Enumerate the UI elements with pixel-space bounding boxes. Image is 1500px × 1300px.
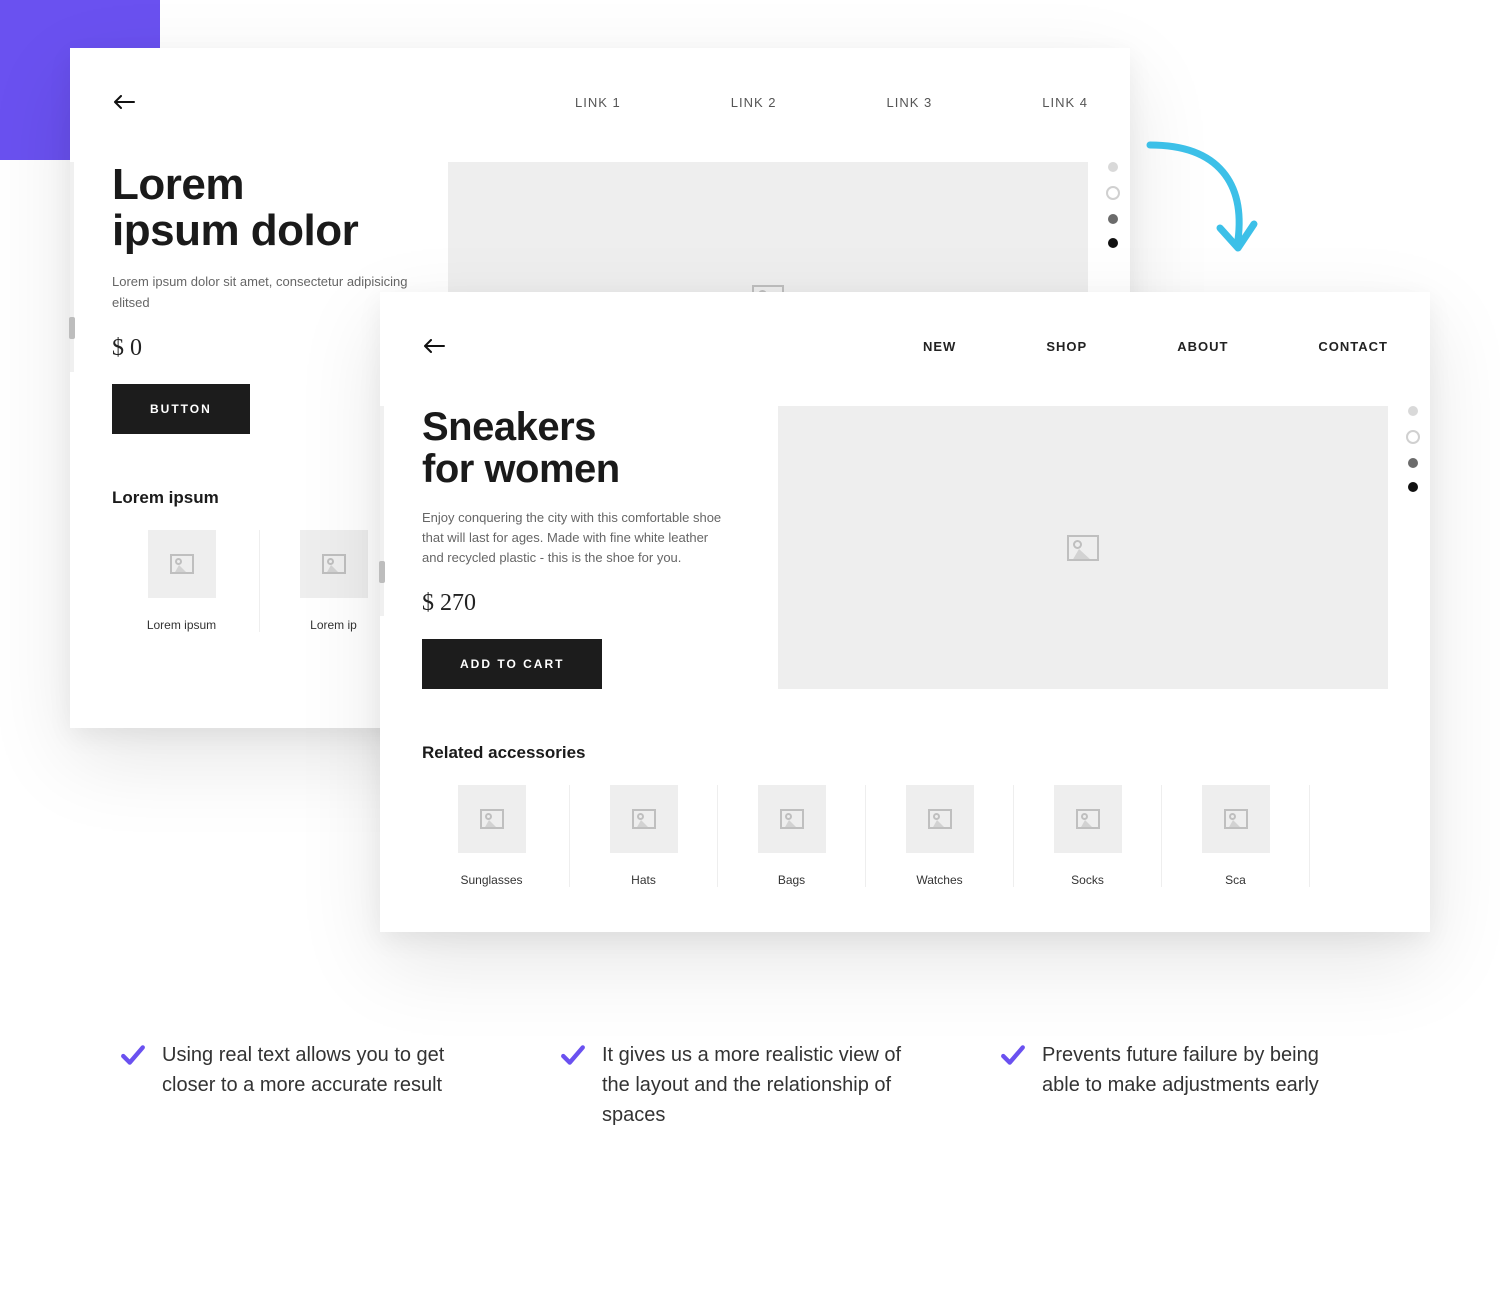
back-arrow-icon[interactable]	[422, 334, 446, 358]
wireframe-desc: Lorem ipsum dolor sit amet, consectetur …	[112, 272, 412, 312]
benefits-row: Using real text allows you to get closer…	[120, 1040, 1360, 1130]
related-item-hats[interactable]: Hats	[570, 785, 718, 887]
mockup-nav: NEW SHOP ABOUT CONTACT	[923, 339, 1388, 354]
related-label: Watches	[916, 873, 962, 887]
benefit-item: Prevents future failure by being able to…	[1000, 1040, 1360, 1130]
wireframe-cta-button[interactable]: BUTTON	[112, 384, 250, 434]
title-line-1: Sneakers	[422, 405, 596, 449]
color-dot-4[interactable]	[1108, 238, 1118, 248]
mockup-content: Sneakers for women Enjoy conquering the …	[422, 406, 1388, 689]
image-icon	[1067, 535, 1099, 561]
image-icon	[780, 809, 804, 829]
related-item-scarves[interactable]: Sca	[1162, 785, 1310, 887]
color-dot-4[interactable]	[1408, 482, 1418, 492]
mockup-image-placeholder	[778, 406, 1388, 689]
related-item[interactable]: Lorem ipsum	[112, 530, 260, 632]
wireframe-title: Lorem ipsum dolor	[112, 162, 412, 254]
color-dot-1[interactable]	[1408, 406, 1418, 416]
wireframe-price: $ 0	[112, 335, 412, 362]
image-icon	[170, 554, 194, 574]
wireframe-header: LINK 1 LINK 2 LINK 3 LINK 4	[112, 82, 1088, 122]
arrow-annotation-icon	[1130, 130, 1270, 270]
color-dot-1[interactable]	[1108, 162, 1118, 172]
check-icon	[1000, 1042, 1026, 1068]
mockup-price: $ 270	[422, 590, 742, 617]
check-icon	[560, 1042, 586, 1068]
color-dot-3[interactable]	[1108, 214, 1118, 224]
nav-link-4[interactable]: LINK 4	[1042, 95, 1088, 110]
nav-link-shop[interactable]: SHOP	[1046, 339, 1087, 354]
nav-link-about[interactable]: ABOUT	[1177, 339, 1228, 354]
thumb-placeholder	[1054, 785, 1122, 853]
title-line-1: Lorem	[112, 160, 244, 209]
mockup-title: Sneakers for women	[422, 406, 742, 490]
wireframe-nav: LINK 1 LINK 2 LINK 3 LINK 4	[575, 95, 1088, 110]
color-dot-2[interactable]	[1106, 186, 1120, 200]
nav-link-2[interactable]: LINK 2	[731, 95, 777, 110]
thumb-placeholder	[1202, 785, 1270, 853]
scroll-indicator[interactable]	[70, 162, 74, 372]
scroll-indicator[interactable]	[380, 406, 384, 616]
add-to-cart-button[interactable]: ADD TO CART	[422, 639, 602, 689]
thumb-placeholder	[610, 785, 678, 853]
mockup-header: NEW SHOP ABOUT CONTACT	[422, 326, 1388, 366]
image-icon	[1224, 809, 1248, 829]
benefit-item: Using real text allows you to get closer…	[120, 1040, 480, 1130]
nav-link-3[interactable]: LINK 3	[887, 95, 933, 110]
mockup-desc: Enjoy conquering the city with this comf…	[422, 508, 722, 568]
related-item-sunglasses[interactable]: Sunglasses	[422, 785, 570, 887]
color-dot-3[interactable]	[1408, 458, 1418, 468]
mockup-related-row: Sunglasses Hats Bags Watches Socks Sca	[422, 785, 1388, 887]
related-item-socks[interactable]: Socks	[1014, 785, 1162, 887]
wireframe-color-dots	[1106, 162, 1120, 248]
related-label: Lorem ip	[310, 618, 357, 632]
nav-link-1[interactable]: LINK 1	[575, 95, 621, 110]
nav-link-contact[interactable]: CONTACT	[1318, 339, 1388, 354]
related-label: Socks	[1071, 873, 1104, 887]
check-icon	[120, 1042, 146, 1068]
thumb-placeholder	[148, 530, 216, 598]
benefit-item: It gives us a more realistic view of the…	[560, 1040, 920, 1130]
wireframe-text-col: Lorem ipsum dolor Lorem ipsum dolor sit …	[112, 162, 412, 434]
thumb-placeholder	[458, 785, 526, 853]
benefit-text: It gives us a more realistic view of the…	[602, 1040, 920, 1130]
related-label: Sunglasses	[460, 873, 522, 887]
mockup-related: Related accessories Sunglasses Hats Bags…	[422, 743, 1388, 887]
related-label: Lorem ipsum	[147, 618, 216, 632]
thumb-placeholder	[906, 785, 974, 853]
image-icon	[1076, 809, 1100, 829]
mockup-color-dots	[1406, 406, 1420, 492]
title-line-2: for women	[422, 447, 620, 491]
nav-link-new[interactable]: NEW	[923, 339, 956, 354]
image-icon	[322, 554, 346, 574]
color-dot-2[interactable]	[1406, 430, 1420, 444]
benefit-text: Using real text allows you to get closer…	[162, 1040, 480, 1100]
benefit-text: Prevents future failure by being able to…	[1042, 1040, 1360, 1100]
mockup-text-col: Sneakers for women Enjoy conquering the …	[422, 406, 742, 689]
related-label: Hats	[631, 873, 656, 887]
mockup-related-title: Related accessories	[422, 743, 1388, 763]
back-arrow-icon[interactable]	[112, 90, 136, 114]
related-item-bags[interactable]: Bags	[718, 785, 866, 887]
image-icon	[480, 809, 504, 829]
image-icon	[632, 809, 656, 829]
related-label: Bags	[778, 873, 805, 887]
title-line-2: ipsum dolor	[112, 206, 358, 255]
image-icon	[928, 809, 952, 829]
thumb-placeholder	[758, 785, 826, 853]
related-label: Sca	[1225, 873, 1246, 887]
thumb-placeholder	[300, 530, 368, 598]
related-item-watches[interactable]: Watches	[866, 785, 1014, 887]
mockup-card: NEW SHOP ABOUT CONTACT Sneakers for wome…	[380, 292, 1430, 932]
